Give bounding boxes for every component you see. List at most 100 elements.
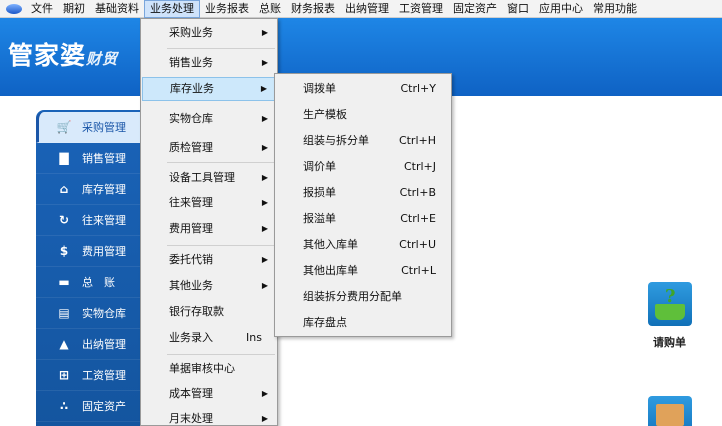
menu-item-other-business[interactable]: 其他业务 ▶ <box>142 274 276 298</box>
menu-item-label: 其他入库单 <box>303 238 358 251</box>
menu-common-functions[interactable]: 常用功能 <box>588 0 642 18</box>
sidebar-item-label: 出纳管理 <box>82 338 126 351</box>
inventory-document-icon[interactable] <box>648 396 692 426</box>
submenu-item-assembly-split[interactable]: 组装与拆分单 Ctrl+H <box>276 128 450 154</box>
sidebar-item-purchase[interactable]: 🛒 采购管理 <box>36 112 140 143</box>
cart-icon: 🛒 <box>56 120 72 134</box>
menu-app-center[interactable]: 应用中心 <box>534 0 588 18</box>
moneybag-icon: ▲ <box>59 337 69 351</box>
submenu-arrow-icon: ▶ <box>261 281 268 290</box>
dollar-icon: $ <box>59 244 69 258</box>
sidebar-item-expense[interactable]: $ 费用管理 <box>36 236 140 267</box>
logo-sub-text: 财贸 <box>86 50 119 68</box>
refresh-icon: ↻ <box>58 213 70 227</box>
sidebar-item-label: 采购管理 <box>82 121 126 134</box>
sidebar-item-label: 总 账 <box>82 276 115 289</box>
menu-ledger[interactable]: 总账 <box>254 0 286 18</box>
submenu-arrow-icon: ▶ <box>261 255 268 264</box>
sidebar-item-label: 往来管理 <box>82 214 126 227</box>
sidebar-item-label: 工资管理 <box>82 369 126 382</box>
menu-item-expense-management[interactable]: 费用管理 ▶ <box>142 217 276 241</box>
menu-item-shortcut: Ctrl+L <box>401 264 436 277</box>
business-dropdown-menu: 采购业务 ▶ 销售业务 ▶ 库存业务 ▶ 实物仓库 ▶ 质检管理 ▶ 设备工具管理 ▶ 往来… <box>140 18 278 426</box>
menu-item-label: 库存业务 <box>170 82 214 95</box>
menu-item-bank-deposit[interactable]: 银行存取款 <box>142 300 276 324</box>
submenu-item-production-template[interactable]: 生产模板 <box>276 102 450 128</box>
menu-financial-reports[interactable]: 财务报表 <box>286 0 340 18</box>
menu-payroll[interactable]: 工资管理 <box>394 0 448 18</box>
logo-main-text: 管家婆 <box>8 41 87 70</box>
menu-item-label: 成本管理 <box>169 387 213 400</box>
menu-item-accounts-management[interactable]: 往来管理 ▶ <box>142 191 276 215</box>
submenu-item-other-outbound[interactable]: 其他出库单 Ctrl+L <box>276 258 450 284</box>
menu-separator <box>167 48 275 49</box>
box-icon <box>656 404 684 426</box>
submenu-item-stock-count[interactable]: 库存盘点 <box>276 310 450 336</box>
menu-separator <box>167 245 275 246</box>
menu-item-shortcut: Ctrl+H <box>398 134 436 147</box>
question-mark-icon: ? <box>665 286 676 307</box>
menu-business[interactable]: 业务处理 <box>144 0 200 18</box>
purchase-request-label[interactable]: 请购单 <box>653 334 686 350</box>
submenu-arrow-icon: ▶ <box>261 389 268 398</box>
menu-item-label: 组装拆分费用分配单 <box>303 290 402 303</box>
submenu-item-price-adjustment[interactable]: 调价单 Ctrl+J <box>276 154 450 180</box>
menu-item-purchase-business[interactable]: 采购业务 ▶ <box>142 21 276 45</box>
submenu-item-other-inbound[interactable]: 其他入库单 Ctrl+U <box>276 232 450 258</box>
menu-item-quality-control[interactable]: 质检管理 ▶ <box>142 136 276 160</box>
menu-file[interactable]: 文件 <box>26 0 58 18</box>
app-logo-icon[interactable] <box>6 3 22 14</box>
menu-item-business-entry[interactable]: 业务录入 Ins <box>142 326 276 350</box>
menu-item-equipment-tools[interactable]: 设备工具管理 ▶ <box>142 166 276 190</box>
sidebar-item-cashier[interactable]: ▲ 出纳管理 <box>36 329 140 360</box>
menu-item-month-end[interactable]: 月末处理 ▶ <box>142 407 276 426</box>
submenu-item-assembly-cost-allocation[interactable]: 组装拆分费用分配单 <box>276 284 450 310</box>
menu-item-cost-management[interactable]: 成本管理 ▶ <box>142 382 276 406</box>
sidebar-item-sales[interactable]: ▇ 销售管理 <box>36 143 140 174</box>
menu-opening[interactable]: 期初 <box>58 0 90 18</box>
sidebar-item-accounts[interactable]: ↻ 往来管理 <box>36 205 140 236</box>
menu-item-consignment[interactable]: 委托代销 ▶ <box>142 248 276 272</box>
menu-item-label: 其他出库单 <box>303 264 358 277</box>
menu-item-document-review-center[interactable]: 单据审核中心 <box>142 357 276 381</box>
inventory-submenu: 调拨单 Ctrl+Y 生产模板 组装与拆分单 Ctrl+H 调价单 Ctrl+J 报损… <box>274 73 452 337</box>
menu-cashier[interactable]: 出纳管理 <box>340 0 394 18</box>
submenu-item-overage-report[interactable]: 报溢单 Ctrl+E <box>276 206 450 232</box>
purchase-request-icon[interactable]: ? <box>648 282 692 326</box>
menu-item-label: 实物仓库 <box>169 112 213 125</box>
sidebar-item-label: 库存管理 <box>82 183 126 196</box>
card-icon: ▬ <box>58 275 70 289</box>
submenu-arrow-icon: ▶ <box>261 414 268 423</box>
menu-item-label: 销售业务 <box>169 56 213 69</box>
menu-fixed-assets[interactable]: 固定资产 <box>448 0 502 18</box>
sidebar: 🛒 采购管理 ▇ 销售管理 ⌂ 库存管理 ↻ 往来管理 $ 费用管理 ▬ 总 账… <box>36 110 140 426</box>
menu-item-physical-warehouse[interactable]: 实物仓库 ▶ <box>142 107 276 131</box>
menu-item-shortcut: Ctrl+J <box>403 160 436 173</box>
menu-item-shortcut: Ctrl+B <box>399 186 436 199</box>
menu-basic-data[interactable]: 基础资料 <box>90 0 144 18</box>
chart-icon: ▇ <box>59 151 69 165</box>
menu-window[interactable]: 窗口 <box>502 0 534 18</box>
sidebar-item-inventory[interactable]: ⌂ 库存管理 <box>36 174 140 205</box>
menu-item-inventory-business[interactable]: 库存业务 ▶ <box>142 77 276 101</box>
document-icon: ▤ <box>58 306 70 320</box>
sidebar-item-ledger[interactable]: ▬ 总 账 <box>36 267 140 298</box>
submenu-arrow-icon: ▶ <box>261 58 268 67</box>
menu-item-sales-business[interactable]: 销售业务 ▶ <box>142 51 276 75</box>
sidebar-item-payroll[interactable]: ⊞ 工资管理 <box>36 360 140 391</box>
menu-item-label: 银行存取款 <box>169 305 224 318</box>
menu-item-label: 报溢单 <box>303 212 336 225</box>
menu-item-label: 设备工具管理 <box>169 171 235 184</box>
boxes-icon: ∴ <box>59 399 69 413</box>
menu-separator <box>167 354 275 355</box>
menu-item-label: 采购业务 <box>169 26 213 39</box>
submenu-item-loss-report[interactable]: 报损单 Ctrl+B <box>276 180 450 206</box>
sidebar-item-warehouse[interactable]: ▤ 实物仓库 <box>36 298 140 329</box>
menu-business-reports[interactable]: 业务报表 <box>200 0 254 18</box>
home-icon: ⌂ <box>59 182 69 196</box>
menu-item-label: 报损单 <box>303 186 336 199</box>
submenu-item-transfer-order[interactable]: 调拨单 Ctrl+Y <box>276 76 450 102</box>
sidebar-item-fixed-assets[interactable]: ∴ 固定资产 <box>36 391 140 422</box>
submenu-arrow-icon: ▶ <box>261 173 268 182</box>
menu-item-label: 委托代销 <box>169 253 213 266</box>
